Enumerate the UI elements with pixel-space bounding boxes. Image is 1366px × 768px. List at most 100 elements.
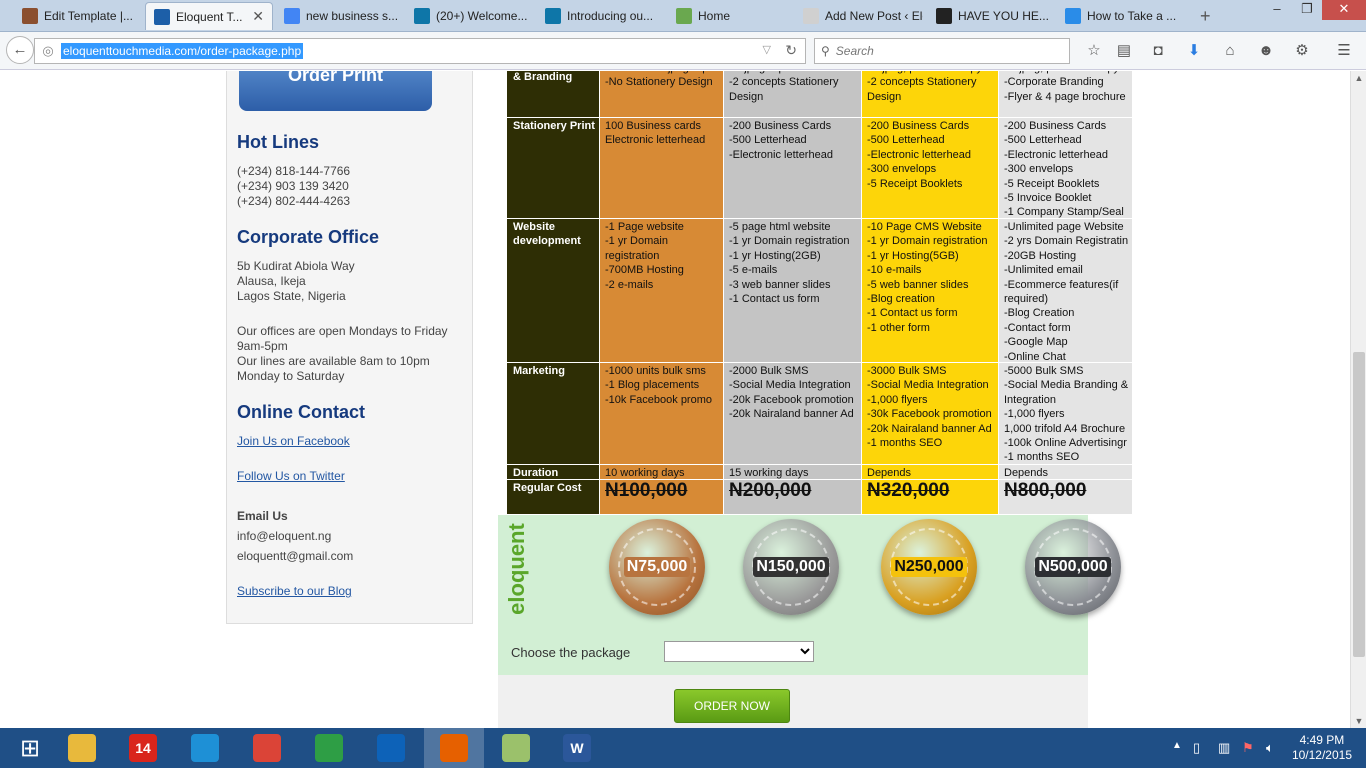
tab-label: Edit Template |... (44, 9, 133, 23)
tab-label: (20+) Welcome... (436, 9, 528, 23)
starter-cell: -1 Page website -1 yr Domain registratio… (600, 219, 724, 363)
dropdown-icon[interactable]: ▽ (763, 43, 771, 56)
tab-3[interactable]: new business s... (276, 2, 404, 30)
tab-1[interactable]: Edit Template |... (14, 2, 142, 30)
folder-icon (68, 734, 96, 762)
reload-icon[interactable]: ↻ (785, 42, 797, 59)
taskbar-internet-explorer[interactable] (175, 728, 235, 768)
close-tab-icon[interactable]: ✕ (252, 8, 264, 25)
platinum-cell: -200 Business Cards -500 Letterhead -Ele… (999, 118, 1133, 219)
badge-price: N150,000 (753, 557, 829, 577)
flag-icon[interactable]: ⚑ (1242, 740, 1254, 756)
tab-6[interactable]: Home (668, 2, 796, 30)
arrow-left-icon: ← (12, 41, 28, 58)
hours-line-2: 9am-5pm (237, 339, 288, 353)
taskbar-app-m[interactable] (361, 728, 421, 768)
store-icon (315, 734, 343, 762)
scroll-up-icon[interactable]: ▲ (1351, 73, 1366, 83)
close-window-button[interactable]: ✕ (1322, 0, 1366, 20)
packages-table: & Brandingdelivered on jpeg & pdf -No St… (507, 71, 1133, 516)
row-label: Website development (507, 219, 600, 363)
order-now-button[interactable]: ORDER NOW (674, 689, 790, 723)
tab-9[interactable]: How to Take a ... (1057, 2, 1189, 30)
address-bar[interactable]: ◎ eloquenttouchmedia.com/order-package.p… (34, 38, 806, 64)
scrollbar-thumb[interactable] (1353, 352, 1365, 657)
starter-cell: -1000 units bulk sms -1 Blog placements … (600, 363, 724, 465)
taskbar-chrome[interactable] (237, 728, 297, 768)
starter-cell: delivered on jpeg & pdf -No Stationery D… (600, 71, 724, 118)
taskbar-notes[interactable] (486, 728, 546, 768)
tab-label: Eloquent T... (176, 9, 243, 24)
branding-row: & Brandingdelivered on jpeg & pdf -No St… (507, 71, 1133, 118)
taskbar-app-14[interactable]: 14 (113, 728, 173, 768)
back-button[interactable]: ← (6, 36, 34, 64)
row-label: Marketing (507, 363, 600, 465)
ie-icon (191, 734, 219, 762)
taskbar-store[interactable] (299, 728, 359, 768)
addon-icon[interactable]: ⚙ (1290, 39, 1314, 63)
taskbar-file-explorer[interactable] (52, 728, 112, 768)
taskbar: ⊞ 14 W ▲ ▯ ▥ ⚑ 🔈︎ 4:49 PM 10/12/2015 (0, 728, 1366, 768)
tray-expand-icon[interactable]: ▲ (1172, 740, 1182, 751)
platinum-cell: -Unlimited page Website -2 yrs Domain Re… (999, 219, 1133, 363)
platinum-cell: Depends (999, 465, 1133, 480)
minimize-button[interactable]: – (1262, 0, 1292, 20)
navigation-bar: ← ◎ eloquenttouchmedia.com/order-package… (0, 32, 1366, 70)
order-footer: ORDER NOW (498, 675, 1088, 728)
notes-icon (502, 734, 530, 762)
blog-link[interactable]: Subscribe to our Blog (237, 584, 352, 598)
tab-4[interactable]: (20+) Welcome... (406, 2, 534, 30)
volume-icon[interactable]: 🔈︎ (1266, 740, 1274, 756)
page-scrollbar[interactable]: ▲ ▼ (1350, 71, 1366, 728)
clock-date: 10/12/2015 (1291, 748, 1352, 762)
taskbar-word[interactable]: W (547, 728, 607, 768)
choose-package-label: Choose the package (511, 645, 631, 660)
premium-cell: -200 Business Cards -500 Letterhead -Ele… (862, 118, 999, 219)
home-icon[interactable]: ⌂ (1218, 39, 1242, 63)
chat-icon[interactable]: ☻ (1254, 39, 1278, 63)
twitter-link[interactable]: Follow Us on Twitter (237, 469, 345, 483)
download-icon[interactable]: ⬇ (1182, 39, 1206, 63)
price-badge: N500,000 (1025, 519, 1121, 615)
browser-window: Edit Template |... Eloquent T... ✕ new busi… (0, 0, 1366, 768)
tab-7[interactable]: Add New Post ‹ Elo... (795, 2, 923, 30)
starter-cell: 100 Business cards Electronic letterhead (600, 118, 724, 219)
word-icon: W (563, 734, 591, 762)
tab-2[interactable]: Eloquent T... ✕ (145, 2, 273, 30)
tab-label: Home (698, 9, 731, 23)
hotlines-title: Hot Lines (237, 132, 320, 152)
chrome-icon (253, 734, 281, 762)
address-line-1: 5b Kudirat Abiola Way (237, 259, 355, 273)
menu-icon[interactable]: ☰ (1332, 39, 1356, 63)
wordpress-icon (803, 8, 819, 24)
price-badge: N150,000 (743, 519, 839, 615)
premium-cell: on jpeg, pdf & soft copy -2 concepts Sta… (862, 71, 999, 118)
firefox-icon (440, 734, 468, 762)
reading-list-icon[interactable]: ▤ (1112, 39, 1136, 63)
search-input[interactable]: ⚲ Search (814, 38, 1070, 64)
clock[interactable]: 4:49 PM 10/12/2015 (1292, 733, 1352, 763)
facebook-link[interactable]: Join Us on Facebook (237, 434, 350, 448)
pocket-icon[interactable]: ◘ (1146, 39, 1170, 63)
network-icon[interactable]: ▥ (1218, 740, 1230, 756)
tab-8[interactable]: HAVE YOU HE... (928, 2, 1056, 30)
bookmark-star-icon[interactable]: ☆ (1082, 39, 1106, 63)
url-text[interactable]: eloquenttouchmedia.com/order-package.php (61, 43, 304, 59)
starter-cell: 10 working days (600, 465, 724, 480)
taskbar-firefox[interactable] (424, 728, 484, 768)
package-select[interactable] (664, 641, 814, 662)
hours-line-3: Our lines are available 8am to 10pm (237, 354, 430, 368)
tab-5[interactable]: Introducing ou... (537, 2, 665, 30)
badge-ring: N150,000 (752, 528, 830, 606)
badge-ring: N500,000 (1034, 528, 1112, 606)
office-title: Corporate Office (237, 227, 380, 247)
restore-button[interactable]: ❐ (1292, 0, 1322, 20)
scroll-down-icon[interactable]: ▼ (1351, 716, 1366, 726)
duration-row: Duration 10 working days 15 working days De… (507, 465, 1133, 480)
tab-bar: Edit Template |... Eloquent T... ✕ new busi… (0, 0, 1366, 32)
tab-label: Add New Post ‹ Elo... (825, 9, 923, 23)
order-print-button[interactable]: Order Print (239, 71, 432, 111)
taskbar-start[interactable]: ⊞ (0, 728, 60, 768)
new-tab-button[interactable]: + (1192, 2, 1220, 30)
tray-device-icon[interactable]: ▯ (1193, 740, 1200, 756)
